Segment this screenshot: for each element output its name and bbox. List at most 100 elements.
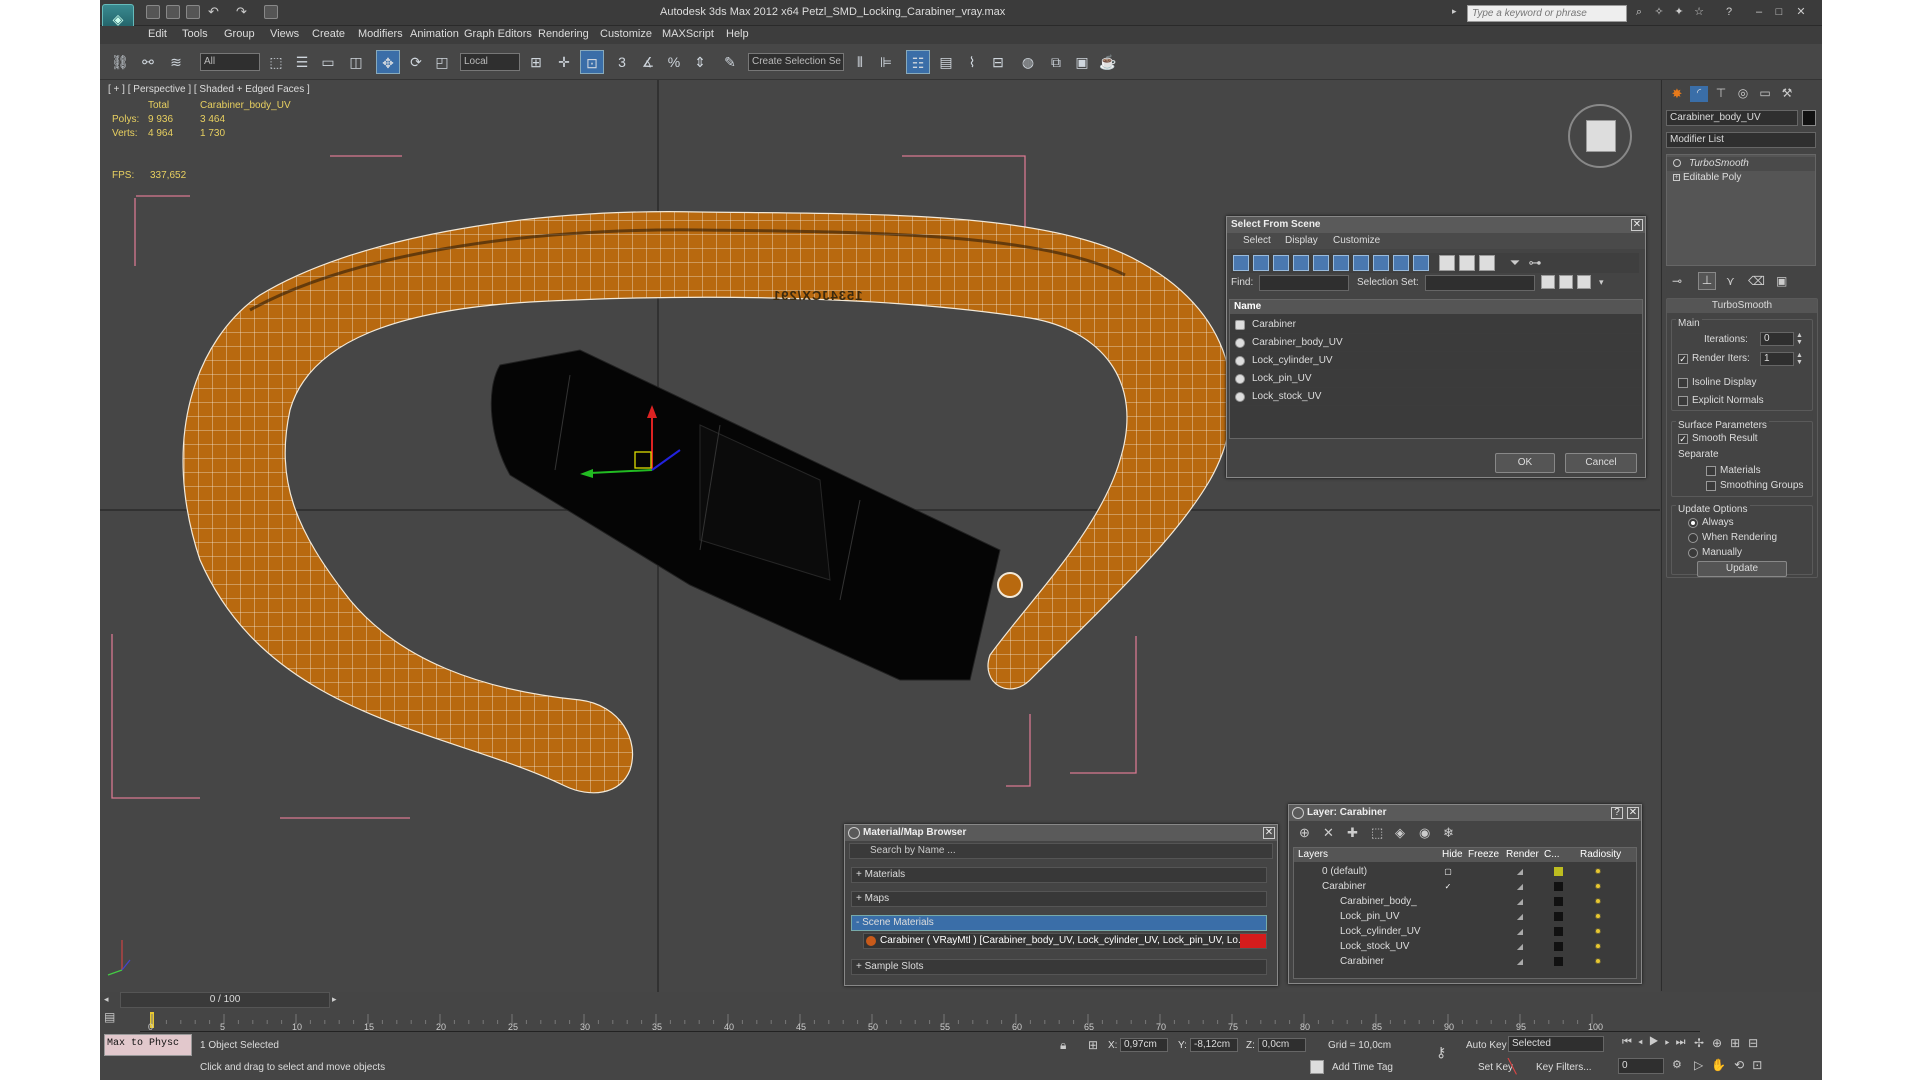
track-bar-toggle-icon[interactable]: ▤ <box>104 1010 124 1028</box>
layer-color-swatch[interactable] <box>1554 897 1563 906</box>
modifier-turbosmooth[interactable]: TurboSmooth <box>1667 157 1815 171</box>
mmb-section-sample-slots[interactable]: + Sample Slots <box>851 959 1267 975</box>
menu-create[interactable]: Create <box>312 28 345 40</box>
display-invert-icon[interactable] <box>1479 255 1495 271</box>
spinner-arrows-icon[interactable]: ▲ ▼ <box>1796 332 1803 346</box>
viewport-nav-top[interactable]: ✢⊕⊞⊟ <box>1694 1036 1766 1050</box>
set-key-line-icon[interactable]: ╲ <box>1508 1058 1516 1075</box>
sfs-find-input[interactable] <box>1259 275 1349 291</box>
layer-col-radiosity[interactable]: Radiosity <box>1580 849 1621 860</box>
sfs-tab-select[interactable]: Select <box>1243 235 1271 246</box>
z-coordinate-field[interactable]: 0,0cm <box>1258 1038 1306 1052</box>
layer-row-stock[interactable]: Lock_stock_UV ◢ ✹ <box>1296 939 1636 954</box>
render-setup-icon[interactable]: ⧉ <box>1044 50 1068 74</box>
new-file-icon[interactable] <box>146 5 160 19</box>
layer-hide-all-icon[interactable]: ◉ <box>1419 825 1430 841</box>
time-slider-prev-icon[interactable]: ◂ <box>104 994 118 1006</box>
sfs-cancel-button[interactable]: Cancel <box>1565 453 1637 473</box>
layer-row-carabiner-object[interactable]: Carabiner ◢ ✹ <box>1296 954 1636 969</box>
layer-manager-icon[interactable]: ☷ <box>906 50 930 74</box>
viewcube-ring[interactable] <box>1568 104 1632 168</box>
display-bones-icon[interactable] <box>1393 255 1409 271</box>
layer-create-icon[interactable]: ⊕ <box>1299 825 1310 841</box>
update-button[interactable]: Update <box>1697 561 1787 577</box>
mirror-icon[interactable]: ⫴ <box>848 50 872 74</box>
menu-views[interactable]: Views <box>270 28 299 40</box>
layer-col-layers[interactable]: Layers <box>1298 849 1328 860</box>
select-by-name-icon[interactable]: ☰ <box>290 50 314 74</box>
edit-named-selections-icon[interactable]: ✎ <box>718 50 742 74</box>
time-slider-next-icon[interactable]: ▸ <box>332 994 346 1006</box>
key-mode-dropdown[interactable]: Selected <box>1508 1036 1604 1052</box>
perspective-viewport[interactable]: 1534JCX/291 [ + ] [ Perspective ] [ Shad… <box>100 80 1660 992</box>
mmb-search-input[interactable]: Search by Name ... <box>849 843 1273 859</box>
y-coordinate-field[interactable]: -8,12cm <box>1190 1038 1238 1052</box>
named-selection-set-dropdown[interactable]: Create Selection Se <box>748 53 844 71</box>
window-crossing-icon[interactable]: ◫ <box>344 50 368 74</box>
sfs-row-pin[interactable]: Lock_pin_UV <box>1232 370 1642 388</box>
display-helpers-icon[interactable] <box>1313 255 1329 271</box>
sfs-set-save-icon[interactable] <box>1541 275 1555 289</box>
object-name-field[interactable]: Carabiner_body_UV <box>1666 110 1798 126</box>
close-icon[interactable]: ✕ <box>1794 5 1808 19</box>
sfs-col-name[interactable]: Name <box>1230 300 1642 314</box>
communication-icon[interactable]: ✦ <box>1672 5 1686 19</box>
expand-plus-icon[interactable]: + <box>1673 174 1680 181</box>
viewport-label[interactable]: [ + ] [ Perspective ] [ Shaded + Edged F… <box>108 84 310 95</box>
viewcube-icon[interactable] <box>1586 120 1616 152</box>
mmb-section-materials[interactable]: + Materials <box>851 867 1267 883</box>
minimize-icon[interactable]: – <box>1752 5 1766 19</box>
sfs-tab-customize[interactable]: Customize <box>1333 235 1380 246</box>
layer-row-default[interactable]: 0 (default) ▢ ◢ ✹ <box>1296 864 1636 879</box>
layer-col-color[interactable]: C... <box>1544 849 1560 860</box>
utilities-tab-icon[interactable]: ⚒ <box>1778 86 1796 102</box>
redo-icon[interactable]: ↷ <box>236 5 250 19</box>
select-rotate-icon[interactable]: ⟳ <box>404 50 428 74</box>
layer-row-pin[interactable]: Lock_pin_UV ◢ ✹ <box>1296 909 1636 924</box>
time-configuration-icon[interactable]: ⚙ <box>1672 1058 1682 1071</box>
menu-rendering[interactable]: Rendering <box>538 28 589 40</box>
layer-row-body[interactable]: Carabiner_body_ ◢ ✹ <box>1296 894 1636 909</box>
track-bar[interactable]: 0 5 10 15 20 25 30 35 40 45 50 55 60 65 70 75 80 85 90 95 10… <box>140 1010 1700 1032</box>
key-filters-button[interactable]: Key Filters... <box>1536 1062 1592 1073</box>
unlink-icon[interactable]: ⚯ <box>136 50 160 74</box>
display-shapes-icon[interactable] <box>1253 255 1269 271</box>
selection-filter-dropdown[interactable]: All <box>200 53 260 71</box>
layer-color-swatch[interactable] <box>1554 867 1563 876</box>
make-unique-icon[interactable]: ⋎ <box>1726 274 1735 288</box>
manipulate-icon[interactable]: ✛ <box>552 50 576 74</box>
sfs-set-remove-icon[interactable] <box>1577 275 1591 289</box>
viewport-nav-bottom[interactable]: ▷✋⟲⊡ <box>1694 1058 1770 1072</box>
graphite-ribbon-icon[interactable]: ▤ <box>934 50 958 74</box>
sfs-row-cylinder[interactable]: Lock_cylinder_UV <box>1232 352 1642 370</box>
display-cameras-icon[interactable] <box>1293 255 1309 271</box>
sfs-tab-display[interactable]: Display <box>1285 235 1318 246</box>
sfs-ok-button[interactable]: OK <box>1495 453 1555 473</box>
select-scale-icon[interactable]: ◰ <box>430 50 454 74</box>
menu-maxscript[interactable]: MAXScript <box>662 28 714 40</box>
mmb-options-icon[interactable] <box>848 827 860 839</box>
select-move-icon[interactable]: ✥ <box>376 50 400 74</box>
angle-snap-icon[interactable]: ∡ <box>636 50 660 74</box>
layer-highlight-icon[interactable]: ◈ <box>1395 825 1405 841</box>
configure-sets-icon[interactable]: ▣ <box>1776 274 1787 288</box>
modify-tab-icon[interactable]: ◜ <box>1690 86 1708 102</box>
layer-options-icon[interactable] <box>1292 807 1304 819</box>
layer-row-carabiner[interactable]: Carabiner ✓ ◢ ✹ <box>1296 879 1636 894</box>
display-groups-icon[interactable] <box>1353 255 1369 271</box>
absolute-offset-icon[interactable]: ⊞ <box>1088 1038 1098 1052</box>
update-when-rendering-radio[interactable] <box>1688 533 1698 543</box>
show-end-result-icon[interactable]: ⊥ <box>1698 272 1716 290</box>
layer-add-selected-icon[interactable]: ✚ <box>1347 825 1358 841</box>
modifier-list-dropdown[interactable]: Modifier List <box>1666 132 1816 148</box>
current-frame-field[interactable]: 0 <box>1618 1058 1664 1074</box>
align-icon[interactable]: ⊫ <box>874 50 898 74</box>
schematic-view-icon[interactable]: ⊟ <box>986 50 1010 74</box>
iterations-spinner[interactable]: 0 <box>1760 332 1794 346</box>
sfs-options-icon[interactable]: ▾ <box>1599 277 1604 288</box>
sfs-row-body[interactable]: Carabiner_body_UV <box>1232 334 1642 352</box>
motion-tab-icon[interactable]: ◎ <box>1734 86 1752 102</box>
save-file-icon[interactable] <box>186 5 200 19</box>
menu-animation[interactable]: Animation <box>410 28 459 40</box>
open-file-icon[interactable] <box>166 5 180 19</box>
